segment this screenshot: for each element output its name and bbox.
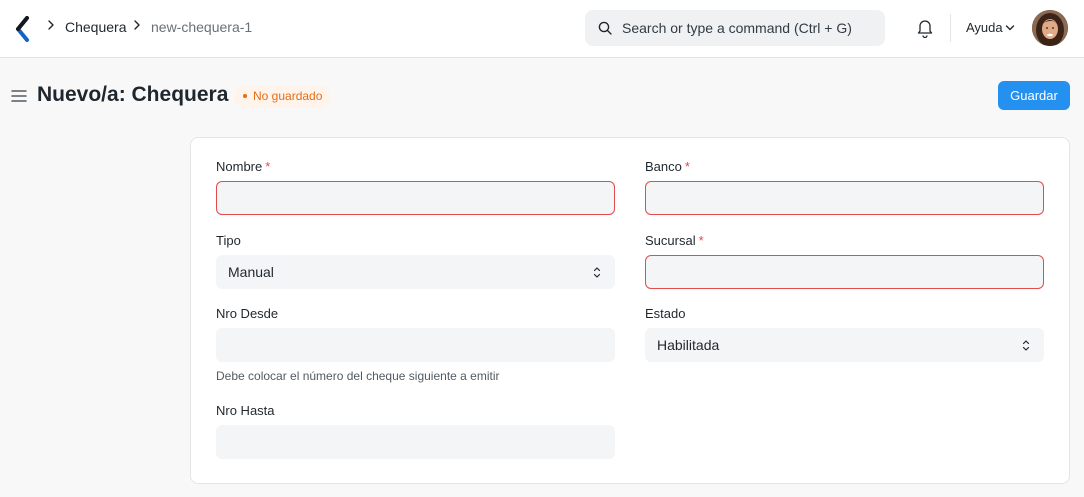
select-arrows-icon [593,267,601,278]
chevron-down-icon[interactable] [1005,24,1015,32]
search-icon [598,21,612,35]
banco-label: Banco * [645,159,690,174]
bell-icon[interactable] [916,18,934,38]
chevron-right-icon [133,19,141,34]
nro-desde-label: Nro Desde [216,306,279,321]
avatar[interactable] [1032,10,1068,46]
nombre-field[interactable] [216,181,615,215]
save-button[interactable]: Guardar [998,81,1070,110]
estado-select[interactable]: Habilitada [645,328,1044,362]
banco-label-text: Banco [645,159,682,174]
estado-label: Estado [645,306,686,321]
status-dot [243,93,247,98]
sucursal-field[interactable] [645,255,1044,289]
banco-field[interactable] [645,181,1044,215]
select-arrows-icon [1022,340,1030,351]
app-logo-icon[interactable] [14,16,32,42]
tipo-select-value: Manual [228,264,274,280]
search-input[interactable]: Search or type a command (Ctrl + G) [585,10,885,46]
help-dropdown[interactable]: Ayuda [966,20,1003,35]
tipo-label: Tipo [216,233,241,248]
estado-select-value: Habilitada [657,337,720,353]
required-marker: * [698,233,704,248]
sucursal-label-text: Sucursal [645,233,696,248]
navbar-divider [950,14,951,42]
nro-hasta-field[interactable] [216,425,615,459]
required-marker: * [265,159,271,174]
navbar: Chequera new-chequera-1 Search or type a… [0,0,1084,58]
breadcrumb-current[interactable]: new-chequera-1 [151,19,252,35]
hamburger-menu-icon[interactable] [11,89,27,103]
search-placeholder: Search or type a command (Ctrl + G) [622,20,852,36]
sucursal-label: Sucursal * [645,233,704,248]
required-marker: * [684,159,690,174]
nro-hasta-label: Nro Hasta [216,403,275,418]
nombre-label-text: Nombre [216,159,263,174]
form-card: Nombre * Banco * Tipo Manual Sucursal * Nro… [190,137,1070,484]
status-badge: No guardado [234,85,332,108]
status-badge-label: No guardado [253,89,323,103]
nro-desde-help: Debe colocar el número del cheque siguie… [216,369,500,383]
page-title: Nuevo/a: Chequera [37,83,229,106]
tipo-select[interactable]: Manual [216,255,615,289]
nombre-label: Nombre * [216,159,270,174]
breadcrumb-chequera[interactable]: Chequera [65,19,127,35]
nro-desde-field[interactable] [216,328,615,362]
chevron-right-icon [47,19,55,34]
